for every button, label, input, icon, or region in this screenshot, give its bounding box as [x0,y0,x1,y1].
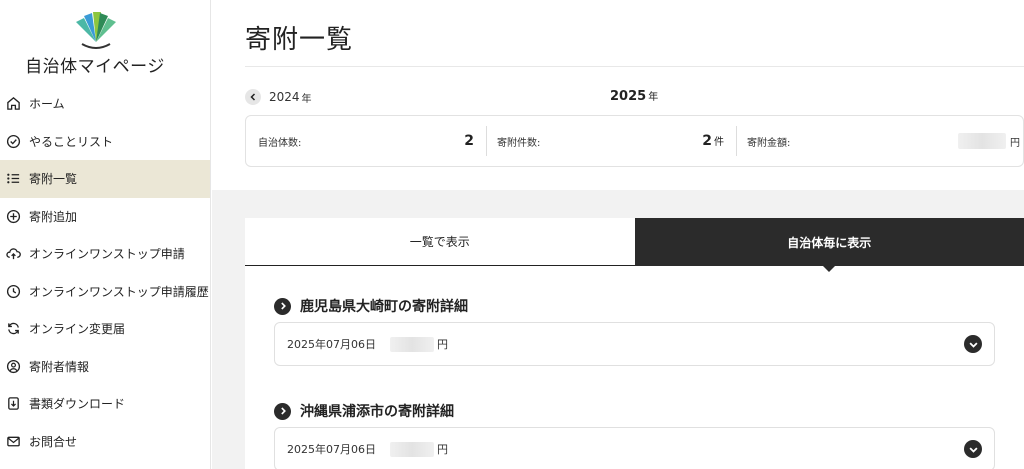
group-title-text: 沖縄県浦添市の寄附詳細 [300,404,454,420]
donation-record[interactable]: 2025年07月06日 円 [274,427,995,469]
sidebar-item-label: やることリスト [29,134,114,149]
sidebar-item-document-download[interactable]: 書類ダウンロード [0,385,210,423]
summary-municipalities-label: 自治体数: [258,137,302,149]
sidebar-item-onestop-apply[interactable]: オンラインワンストップ申請 [0,235,210,273]
summary-donations-value-wrap: 2件 [702,133,724,149]
sidebar-item-label: ホーム [29,97,65,112]
home-icon [5,96,21,112]
sidebar-item-label: 寄附追加 [29,209,78,224]
group-title: 沖縄県浦添市の寄附詳細 [274,401,995,421]
sidebar-item-online-change[interactable]: オンライン変更届 [0,310,210,348]
group-title-text: 鹿児島県大崎町の寄附詳細 [300,299,468,315]
sidebar-item-onestop-history[interactable]: オンラインワンストップ申請履歴 [0,273,210,311]
redacted-amount [958,133,1006,149]
donation-panel: 一覧で表示 自治体毎に表示 鹿児島県大崎町の寄附詳細 2025年07月06日 円 [245,218,1024,469]
summary-donations-value: 2 [702,133,712,149]
redacted-amount [390,441,434,457]
redacted-amount [390,336,434,352]
chevron-right-icon [274,297,291,315]
sidebar-item-label: 寄附一覧 [29,172,78,187]
municipality-group: 沖縄県浦添市の寄附詳細 2025年07月06日 円 [274,401,995,469]
sidebar-item-donation-list[interactable]: 寄附一覧 [0,160,210,198]
refresh-icon [5,321,21,337]
summary-donations-unit: 件 [714,137,724,148]
prev-year-button[interactable]: 2024 年 [245,89,312,105]
summary-municipalities-value: 2 [464,133,474,149]
sidebar-nav: ホーム やることリスト 寄附一覧 寄附追加 オンラインワンストップ申請 オンライ… [0,85,210,460]
brand-logo-icon[interactable] [70,12,122,52]
summary-amount: 寄附金額: 円 [737,126,1022,156]
current-year-unit: 年 [648,92,659,103]
record-date: 2025年07月06日 [287,338,376,351]
municipality-group: 鹿児島県大崎町の寄附詳細 2025年07月06日 円 [274,296,995,366]
list-icon [5,171,21,187]
sidebar-item-home[interactable]: ホーム [0,85,210,123]
sidebar-item-todo[interactable]: やることリスト [0,123,210,161]
record-currency: 円 [437,443,448,456]
sidebar-item-label: オンラインワンストップ申請履歴 [29,284,209,299]
chevron-left-icon [245,89,261,105]
summary-amount-label: 寄附金額: [747,137,791,149]
sidebar-item-label: オンライン変更届 [29,322,126,337]
sidebar-item-label: オンラインワンストップ申請 [29,247,185,262]
sidebar-item-add-donation[interactable]: 寄附追加 [0,198,210,236]
title-divider [245,66,1024,67]
summary-amount-value: 円 [958,133,1020,149]
cloud-upload-icon [5,246,21,262]
tab-by-municipality[interactable]: 自治体毎に表示 [634,218,1024,272]
current-year: 2025 年 [610,88,658,104]
download-icon [5,396,21,412]
chevron-down-icon[interactable] [964,335,982,353]
summary-donations-label: 寄附件数: [497,137,541,149]
prev-year-label: 2024 [269,90,300,104]
clock-icon [5,283,21,299]
chevron-down-icon[interactable] [964,440,982,458]
sidebar-item-label: お問合せ [29,434,78,449]
summary-amount-unit: 円 [1010,137,1020,149]
tab-list-view[interactable]: 一覧で表示 [245,218,635,266]
summary-donations: 寄附件数: 2件 [487,126,737,156]
sidebar-item-donor-info[interactable]: 寄附者情報 [0,348,210,386]
mail-icon [5,433,21,449]
group-title: 鹿児島県大崎町の寄附詳細 [274,296,995,316]
main-content: 寄附一覧 2024 年 2025 年 自治体数: 2 寄附件数: 2件 寄附金額:… [212,0,1024,469]
view-tabs: 一覧で表示 自治体毎に表示 [245,218,1024,272]
user-circle-icon [5,358,21,374]
sidebar-item-label: 書類ダウンロード [29,397,126,412]
sidebar-item-label: 寄附者情報 [29,359,90,374]
year-navigation: 2024 年 2025 年 [245,87,1024,109]
summary-panel: 自治体数: 2 寄附件数: 2件 寄附金額: 円 [245,115,1024,167]
record-date: 2025年07月06日 [287,443,376,456]
sidebar: 自治体マイページ ホーム やることリスト 寄附一覧 寄附追加 オンラインワンスト… [0,0,211,469]
record-currency: 円 [437,338,448,351]
current-year-label: 2025 [610,89,647,104]
sidebar-item-contact[interactable]: お問合せ [0,423,210,461]
brand-name: 自治体マイページ [25,57,165,77]
summary-municipalities: 自治体数: 2 [246,126,487,156]
page-title: 寄附一覧 [245,25,354,55]
plus-circle-icon [5,208,21,224]
check-circle-icon [5,133,21,149]
prev-year-unit: 年 [301,93,312,105]
chevron-right-icon [274,402,291,420]
donation-record[interactable]: 2025年07月06日 円 [274,322,995,366]
